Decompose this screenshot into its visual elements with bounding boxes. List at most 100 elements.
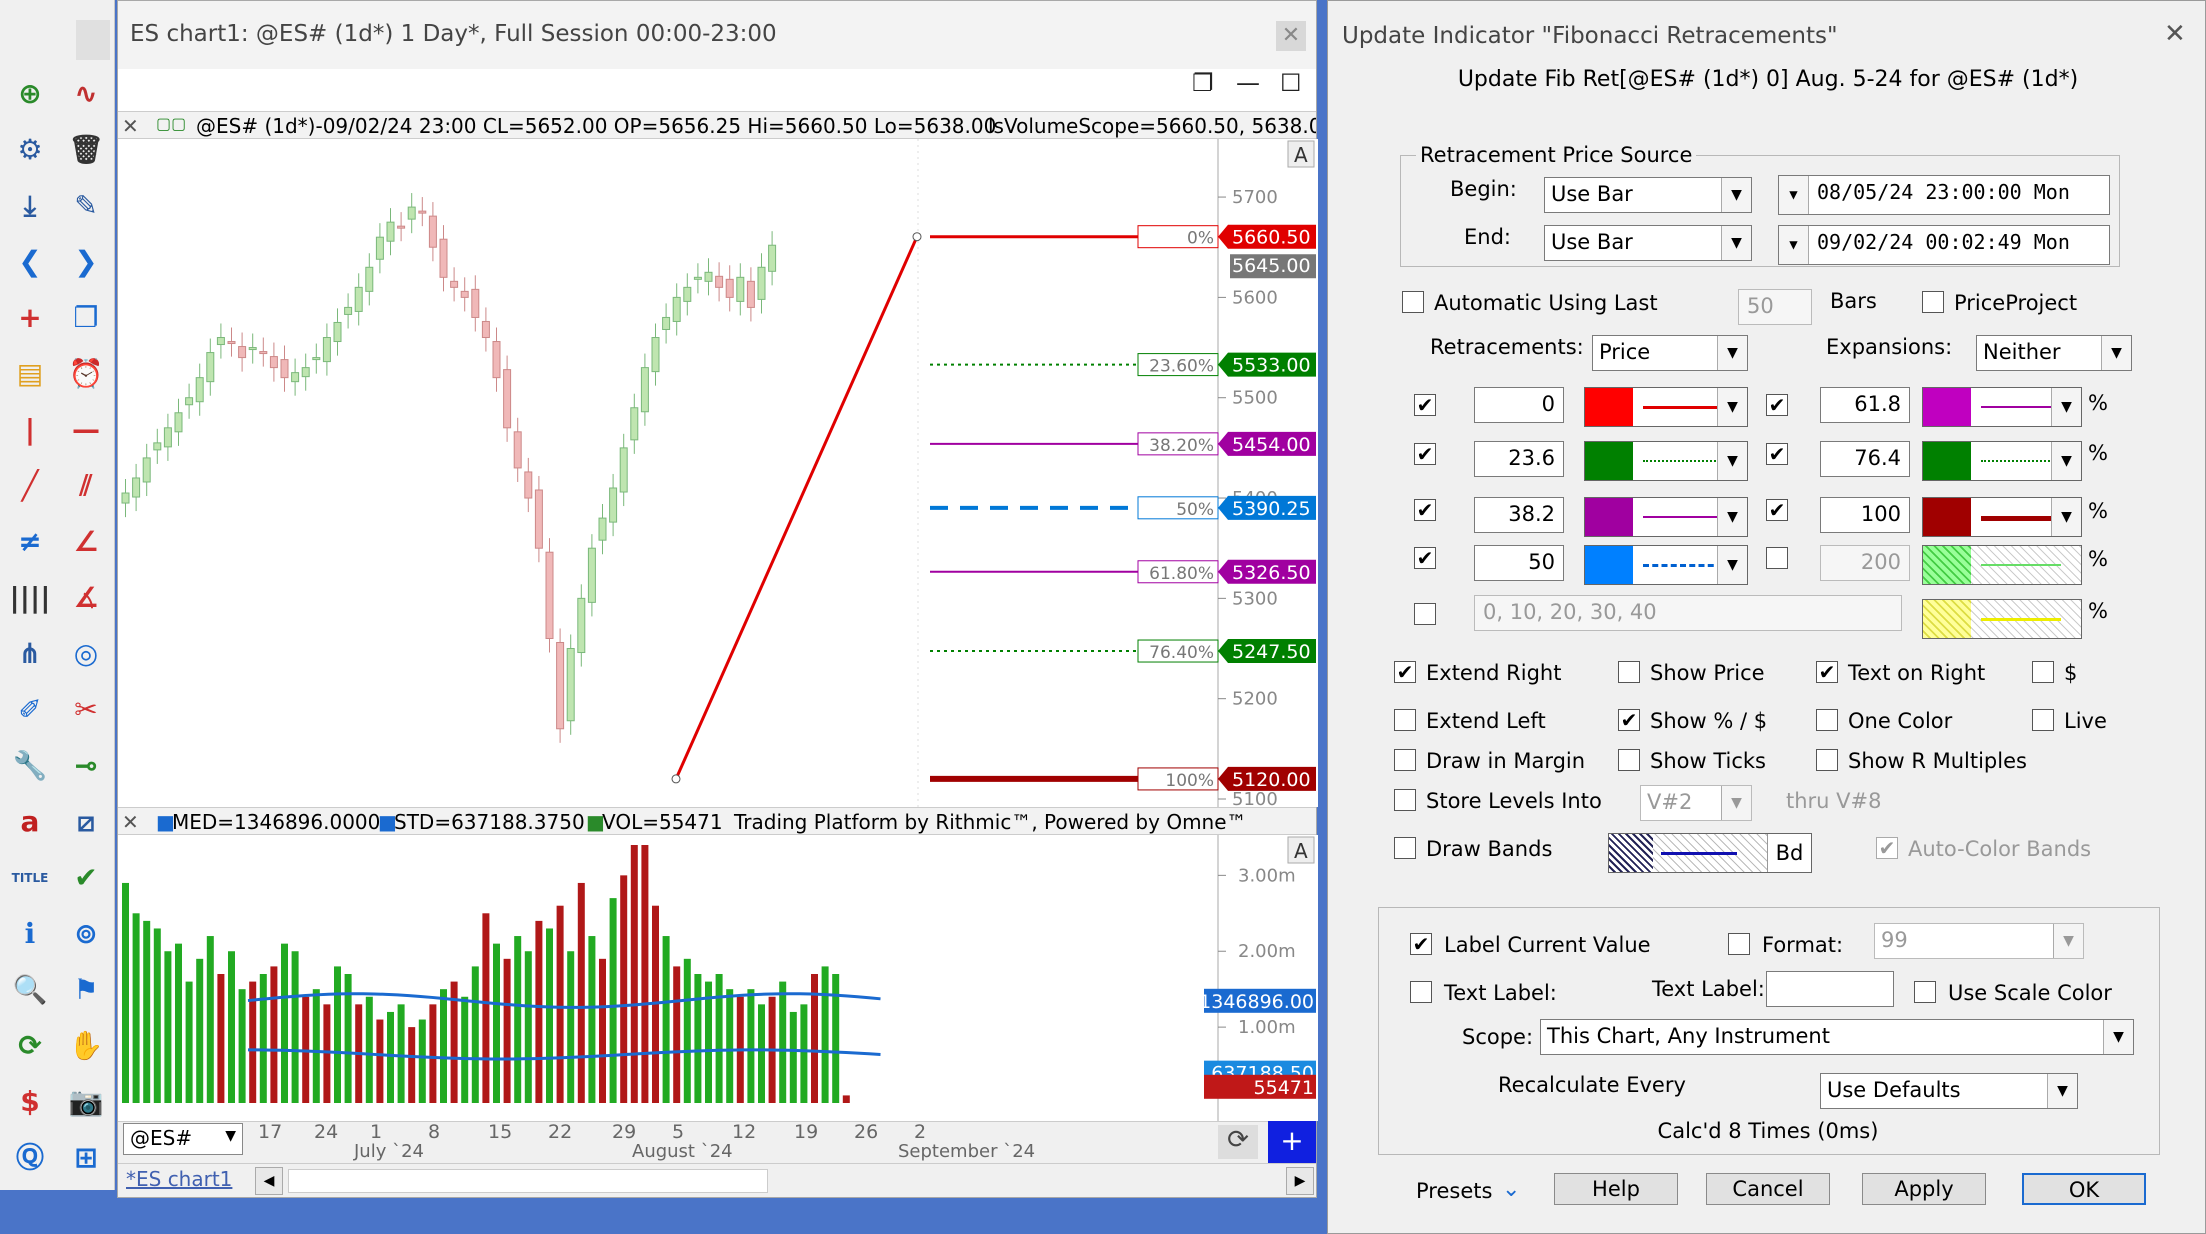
trendline-icon[interactable]: ╱ — [8, 464, 52, 508]
maximize-icon[interactable]: ☐ — [1280, 69, 1302, 97]
fan-icon[interactable]: ∠ — [64, 520, 108, 564]
dollar-icon[interactable]: $ — [8, 1080, 52, 1124]
text-label-input[interactable] — [1766, 971, 1894, 1007]
dialog-close-icon[interactable]: ✕ — [2164, 19, 2186, 49]
end-source-select[interactable]: Use Bar ▼ — [1544, 225, 1752, 261]
level-61-8-input[interactable]: 61.8 — [1820, 387, 1910, 423]
level-61-8-checkbox[interactable]: ✔ — [1766, 394, 1788, 416]
chart-title-bar[interactable]: ES chart1: @ES# (1d*) 1 Day*, Full Sessi… — [118, 1, 1316, 69]
level-50-input[interactable]: 50 — [1474, 545, 1564, 581]
hand-icon[interactable]: ✋ — [64, 1024, 108, 1068]
automatic-checkbox[interactable] — [1402, 291, 1424, 313]
minimize-icon[interactable]: — — [1236, 69, 1260, 97]
bands-style[interactable]: Bd — [1608, 833, 1812, 873]
spiral-icon[interactable]: ◎ — [64, 632, 108, 676]
flag-icon[interactable]: ⚑ — [64, 968, 108, 1012]
level-38-2-style[interactable]: ▼ — [1584, 497, 1748, 537]
text-a-icon[interactable]: a — [8, 800, 52, 844]
refresh-chart-icon[interactable]: ⟳ — [1218, 1125, 1258, 1159]
extend-right-checkbox[interactable]: ✔ — [1394, 661, 1416, 683]
level-76-4-checkbox[interactable]: ✔ — [1766, 443, 1788, 465]
camera-icon[interactable]: 📷 — [64, 1080, 108, 1124]
quote-icon[interactable]: Ⓠ — [8, 1136, 52, 1180]
info-icon[interactable]: ℹ — [8, 912, 52, 956]
spellcheck-icon[interactable]: ✔ — [64, 856, 108, 900]
text-on-right-checkbox[interactable]: ✔ — [1816, 661, 1838, 683]
custom-levels-checkbox[interactable] — [1414, 603, 1436, 625]
level-100-checkbox[interactable]: ✔ — [1766, 499, 1788, 521]
format-select[interactable]: 99 ▼ — [1874, 923, 2084, 959]
horizontal-line-icon[interactable]: — — [64, 408, 108, 452]
pane-close-icon[interactable]: ✕ — [122, 114, 139, 138]
tab-scroll-left-icon[interactable]: ◀ — [255, 1167, 283, 1195]
chevron-down-icon[interactable]: ⌄ — [1502, 1177, 1520, 1202]
show-r-multiples-checkbox[interactable] — [1816, 749, 1838, 771]
scissors-icon[interactable]: ✂ — [64, 688, 108, 732]
tab-scroll-right-icon[interactable]: ▶ — [1286, 1167, 1314, 1195]
grid-icon[interactable]: ⊞ — [64, 1136, 108, 1180]
price-project-checkbox[interactable] — [1922, 291, 1944, 313]
toolbar-grip[interactable] — [76, 20, 110, 60]
wrench-icon[interactable]: 🔧 — [8, 744, 52, 788]
level-76-4-style[interactable]: ▼ — [1922, 441, 2082, 481]
level-100-input[interactable]: 100 — [1820, 497, 1910, 533]
parallel-lines-icon[interactable]: ⫽ — [64, 464, 108, 508]
price-chart[interactable]: 57005600550054005300520051000%5660.5023.… — [118, 139, 1318, 807]
format-checkbox[interactable] — [1728, 933, 1750, 955]
level-61-8-style[interactable]: ▼ — [1922, 387, 2082, 427]
pencil-icon[interactable]: ✎ — [64, 184, 108, 228]
store-levels-checkbox[interactable] — [1394, 789, 1416, 811]
level-200-input[interactable]: 200 — [1820, 545, 1910, 581]
end-datetime-field[interactable]: ▼ 09/02/24 00:02:49 Mon — [1778, 225, 2110, 265]
pitchfork-icon[interactable]: ⋔ — [8, 632, 52, 676]
level-23-6-checkbox[interactable]: ✔ — [1414, 443, 1436, 465]
shapes-icon[interactable]: ⊚ — [64, 912, 108, 956]
download-icon[interactable]: ⤓ — [8, 184, 52, 228]
level-200-style[interactable] — [1922, 545, 2082, 585]
scope-select[interactable]: This Chart, Any Instrument ▼ — [1540, 1019, 2134, 1055]
tab-es-chart1[interactable]: *ES chart1 — [126, 1167, 232, 1191]
arrow-right-icon[interactable]: ❯ — [64, 240, 108, 284]
show-price-checkbox[interactable] — [1618, 661, 1640, 683]
draw-in-margin-checkbox[interactable] — [1394, 749, 1416, 771]
level-38-2-input[interactable]: 38.2 — [1474, 497, 1564, 533]
presets-label[interactable]: Presets — [1416, 1179, 1492, 1203]
begin-source-select[interactable]: Use Bar ▼ — [1544, 177, 1752, 213]
level-23-6-style[interactable]: ▼ — [1584, 441, 1748, 481]
expansions-select[interactable]: Neither ▼ — [1976, 335, 2132, 371]
custom-levels-style[interactable] — [1922, 599, 2082, 639]
cross-lines-icon[interactable]: ≠ — [8, 520, 52, 564]
windows-icon[interactable]: ❐ — [64, 296, 108, 340]
extend-left-checkbox[interactable] — [1394, 709, 1416, 731]
close-icon[interactable]: ✕ — [1276, 21, 1306, 51]
custom-levels-input[interactable]: 0, 10, 20, 30, 40 — [1474, 595, 1902, 631]
restore-icon[interactable]: ❐ — [1192, 69, 1214, 97]
level-100-style[interactable]: ▼ — [1922, 497, 2082, 537]
live-checkbox[interactable] — [2032, 709, 2054, 731]
apply-button[interactable]: Apply — [1862, 1173, 1986, 1205]
arrow-left-icon[interactable]: ❮ — [8, 240, 52, 284]
help-button[interactable]: Help — [1554, 1173, 1678, 1205]
zoom-icon[interactable]: 🔍 — [8, 968, 52, 1012]
begin-datetime-field[interactable]: ▼ 08/05/24 23:00:00 Mon — [1778, 175, 2110, 215]
auto-bars-input[interactable]: 50 — [1738, 289, 1812, 325]
refresh-icon[interactable]: ⟳ — [8, 1024, 52, 1068]
measure-icon[interactable]: ⧄ — [64, 800, 108, 844]
draw-bands-checkbox[interactable] — [1394, 837, 1416, 859]
wave-icon[interactable]: ∿ — [64, 72, 108, 116]
crosshair-icon[interactable]: + — [8, 296, 52, 340]
show-ticks-checkbox[interactable] — [1618, 749, 1640, 771]
label-current-checkbox[interactable]: ✔ — [1410, 933, 1432, 955]
trash-icon[interactable]: 🗑 — [64, 128, 108, 172]
bands-button[interactable]: Bd — [1767, 834, 1811, 872]
horizontal-scrollbar[interactable] — [288, 1169, 768, 1193]
ruler-icon[interactable]: ⊸ — [64, 744, 108, 788]
cycle-lines-icon[interactable]: |||| — [8, 576, 52, 620]
one-color-checkbox[interactable] — [1816, 709, 1838, 731]
volume-chart[interactable]: 3.00m2.00m1.00m1346896.00637188.5055471A — [118, 835, 1318, 1121]
retracements-select[interactable]: Price ▼ — [1592, 335, 1748, 371]
level-0-input[interactable]: 0 — [1474, 387, 1564, 423]
text-label-checkbox[interactable] — [1410, 981, 1432, 1003]
recalc-select[interactable]: Use Defaults ▼ — [1820, 1073, 2078, 1109]
ok-button[interactable]: OK — [2022, 1173, 2146, 1205]
